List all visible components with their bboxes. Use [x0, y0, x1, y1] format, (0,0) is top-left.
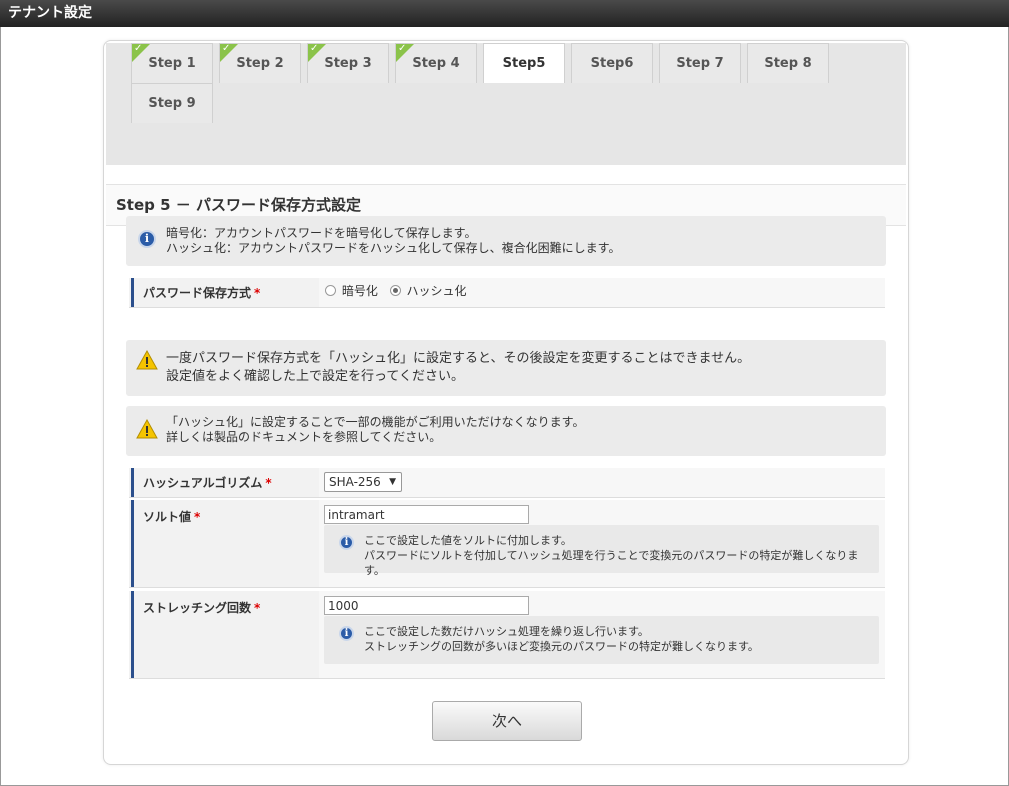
info-icon: i: [138, 230, 156, 248]
window-title: テナント設定: [0, 0, 1009, 27]
intro-info-line-1: 暗号化：アカウントパスワードを暗号化して保存します。: [166, 226, 477, 240]
salt-input[interactable]: [324, 505, 529, 524]
hash-algorithm-select[interactable]: SHA-256 ▼: [324, 472, 402, 492]
warning-1-line-1: 一度パスワード保存方式を「ハッシュ化」に設定すると、その後設定を変更することはで…: [166, 351, 751, 366]
info-icon: i: [339, 626, 354, 641]
storage-method-row: パスワード保存方式 * 暗号化 ハッシュ化: [129, 278, 885, 308]
tab-label: Step6: [590, 56, 634, 71]
radio-hash-label: ハッシュ化: [406, 284, 467, 298]
stretching-info-box: i ここで設定した数だけハッシュ処理を繰り返し行います。 ストレッチングの回数が…: [324, 616, 879, 664]
salt-info-box: i ここで設定した値をソルトに付加します。 パスワードにソルトを付加してハッシュ…: [324, 525, 879, 577]
tab-step-1[interactable]: ✓ Step 1: [131, 43, 213, 83]
tab-step-8[interactable]: Step 8: [747, 43, 829, 83]
tab-label: Step 4: [412, 56, 460, 71]
tab-step-9[interactable]: Step 9: [131, 83, 213, 123]
intro-info-line-2: ハッシュ化：アカウントパスワードをハッシュ化して保存し、複合化困難にします。: [166, 241, 621, 255]
chevron-down-icon: ▼: [389, 477, 396, 487]
storage-method-label: パスワード保存方式 *: [131, 278, 315, 307]
salt-value: i ここで設定した値をソルトに付加します。 パスワードにソルトを付加してハッシュ…: [319, 500, 885, 587]
tab-label: Step 2: [236, 56, 284, 71]
stretching-input[interactable]: [324, 596, 529, 615]
warning-icon: [136, 350, 158, 370]
hash-algorithm-row: ハッシュアルゴリズム * SHA-256 ▼: [129, 468, 885, 498]
warning-box-1: 一度パスワード保存方式を「ハッシュ化」に設定すると、その後設定を変更することはで…: [126, 340, 886, 396]
wizard-panel: ✓ Step 1 ✓ Step 2 ✓ Step 3 ✓ Step 4 Step…: [103, 40, 909, 765]
warning-1-line-2: 設定値をよく確認した上で設定を行ってください。: [166, 369, 464, 384]
stretching-info-line-2: ストレッチングの回数が多いほど変換元のパスワードの特定が難しくなります。: [364, 640, 759, 653]
warning-icon: [136, 419, 158, 439]
radio-encrypt-label: 暗号化: [341, 284, 378, 298]
info-icon: i: [339, 535, 354, 550]
stretching-row: ストレッチング回数* i ここで設定した数だけハッシュ処理を繰り返し行います。 …: [129, 591, 885, 679]
radio-hash[interactable]: [389, 285, 401, 296]
required-mark: *: [254, 601, 261, 615]
required-mark: *: [194, 510, 201, 524]
tab-label: Step5: [502, 56, 546, 71]
step-tabs: ✓ Step 1 ✓ Step 2 ✓ Step 3 ✓ Step 4 Step…: [106, 43, 906, 165]
stretching-label: ストレッチング回数 *: [131, 591, 315, 678]
tab-label: Step 1: [148, 56, 196, 71]
salt-info-line-1: ここで設定した値をソルトに付加します。: [364, 534, 572, 547]
tab-label: Step 8: [764, 56, 812, 71]
tab-step-4[interactable]: ✓ Step 4: [395, 43, 477, 83]
salt-info-line-2: パスワードにソルトを付加してハッシュ処理を行うことで変換元のパスワードの特定が難…: [364, 549, 859, 577]
storage-method-options: 暗号化 ハッシュ化: [319, 278, 885, 307]
required-mark: *: [254, 286, 261, 300]
tab-step-5[interactable]: Step5: [483, 43, 565, 83]
required-mark: *: [265, 476, 272, 490]
salt-label: ソルト値 *: [131, 500, 315, 587]
stretching-info-line-1: ここで設定した数だけハッシュ処理を繰り返し行います。: [364, 625, 649, 638]
tab-step-3[interactable]: ✓ Step 3: [307, 43, 389, 83]
warning-2-line-1: 「ハッシュ化」に設定することで一部の機能がご利用いただけなくなります。: [166, 415, 585, 429]
salt-row: ソルト値* i ここで設定した値をソルトに付加します。 パスワードにソルトを付加…: [129, 500, 885, 588]
tab-step-6[interactable]: Step6: [571, 43, 653, 83]
next-button[interactable]: 次へ: [432, 701, 582, 741]
radio-encrypt[interactable]: [325, 285, 336, 296]
hash-algorithm-label: ハッシュアルゴリズム *: [131, 468, 315, 497]
stretching-value: i ここで設定した数だけハッシュ処理を繰り返し行います。 ストレッチングの回数が…: [319, 591, 885, 678]
tab-step-7[interactable]: Step 7: [659, 43, 741, 83]
hash-algorithm-value: SHA-256 ▼: [319, 468, 885, 497]
warning-2-line-2: 詳しくは製品のドキュメントを参照してください。: [166, 430, 442, 444]
warning-box-2: 「ハッシュ化」に設定することで一部の機能がご利用いただけなくなります。 詳しくは…: [126, 406, 886, 456]
intro-info-box: i 暗号化：アカウントパスワードを暗号化して保存します。 ハッシュ化：アカウント…: [126, 216, 886, 266]
tab-label: Step 7: [676, 56, 724, 71]
tab-label: Step 9: [148, 96, 196, 111]
tab-step-2[interactable]: ✓ Step 2: [219, 43, 301, 83]
tab-label: Step 3: [324, 56, 372, 71]
